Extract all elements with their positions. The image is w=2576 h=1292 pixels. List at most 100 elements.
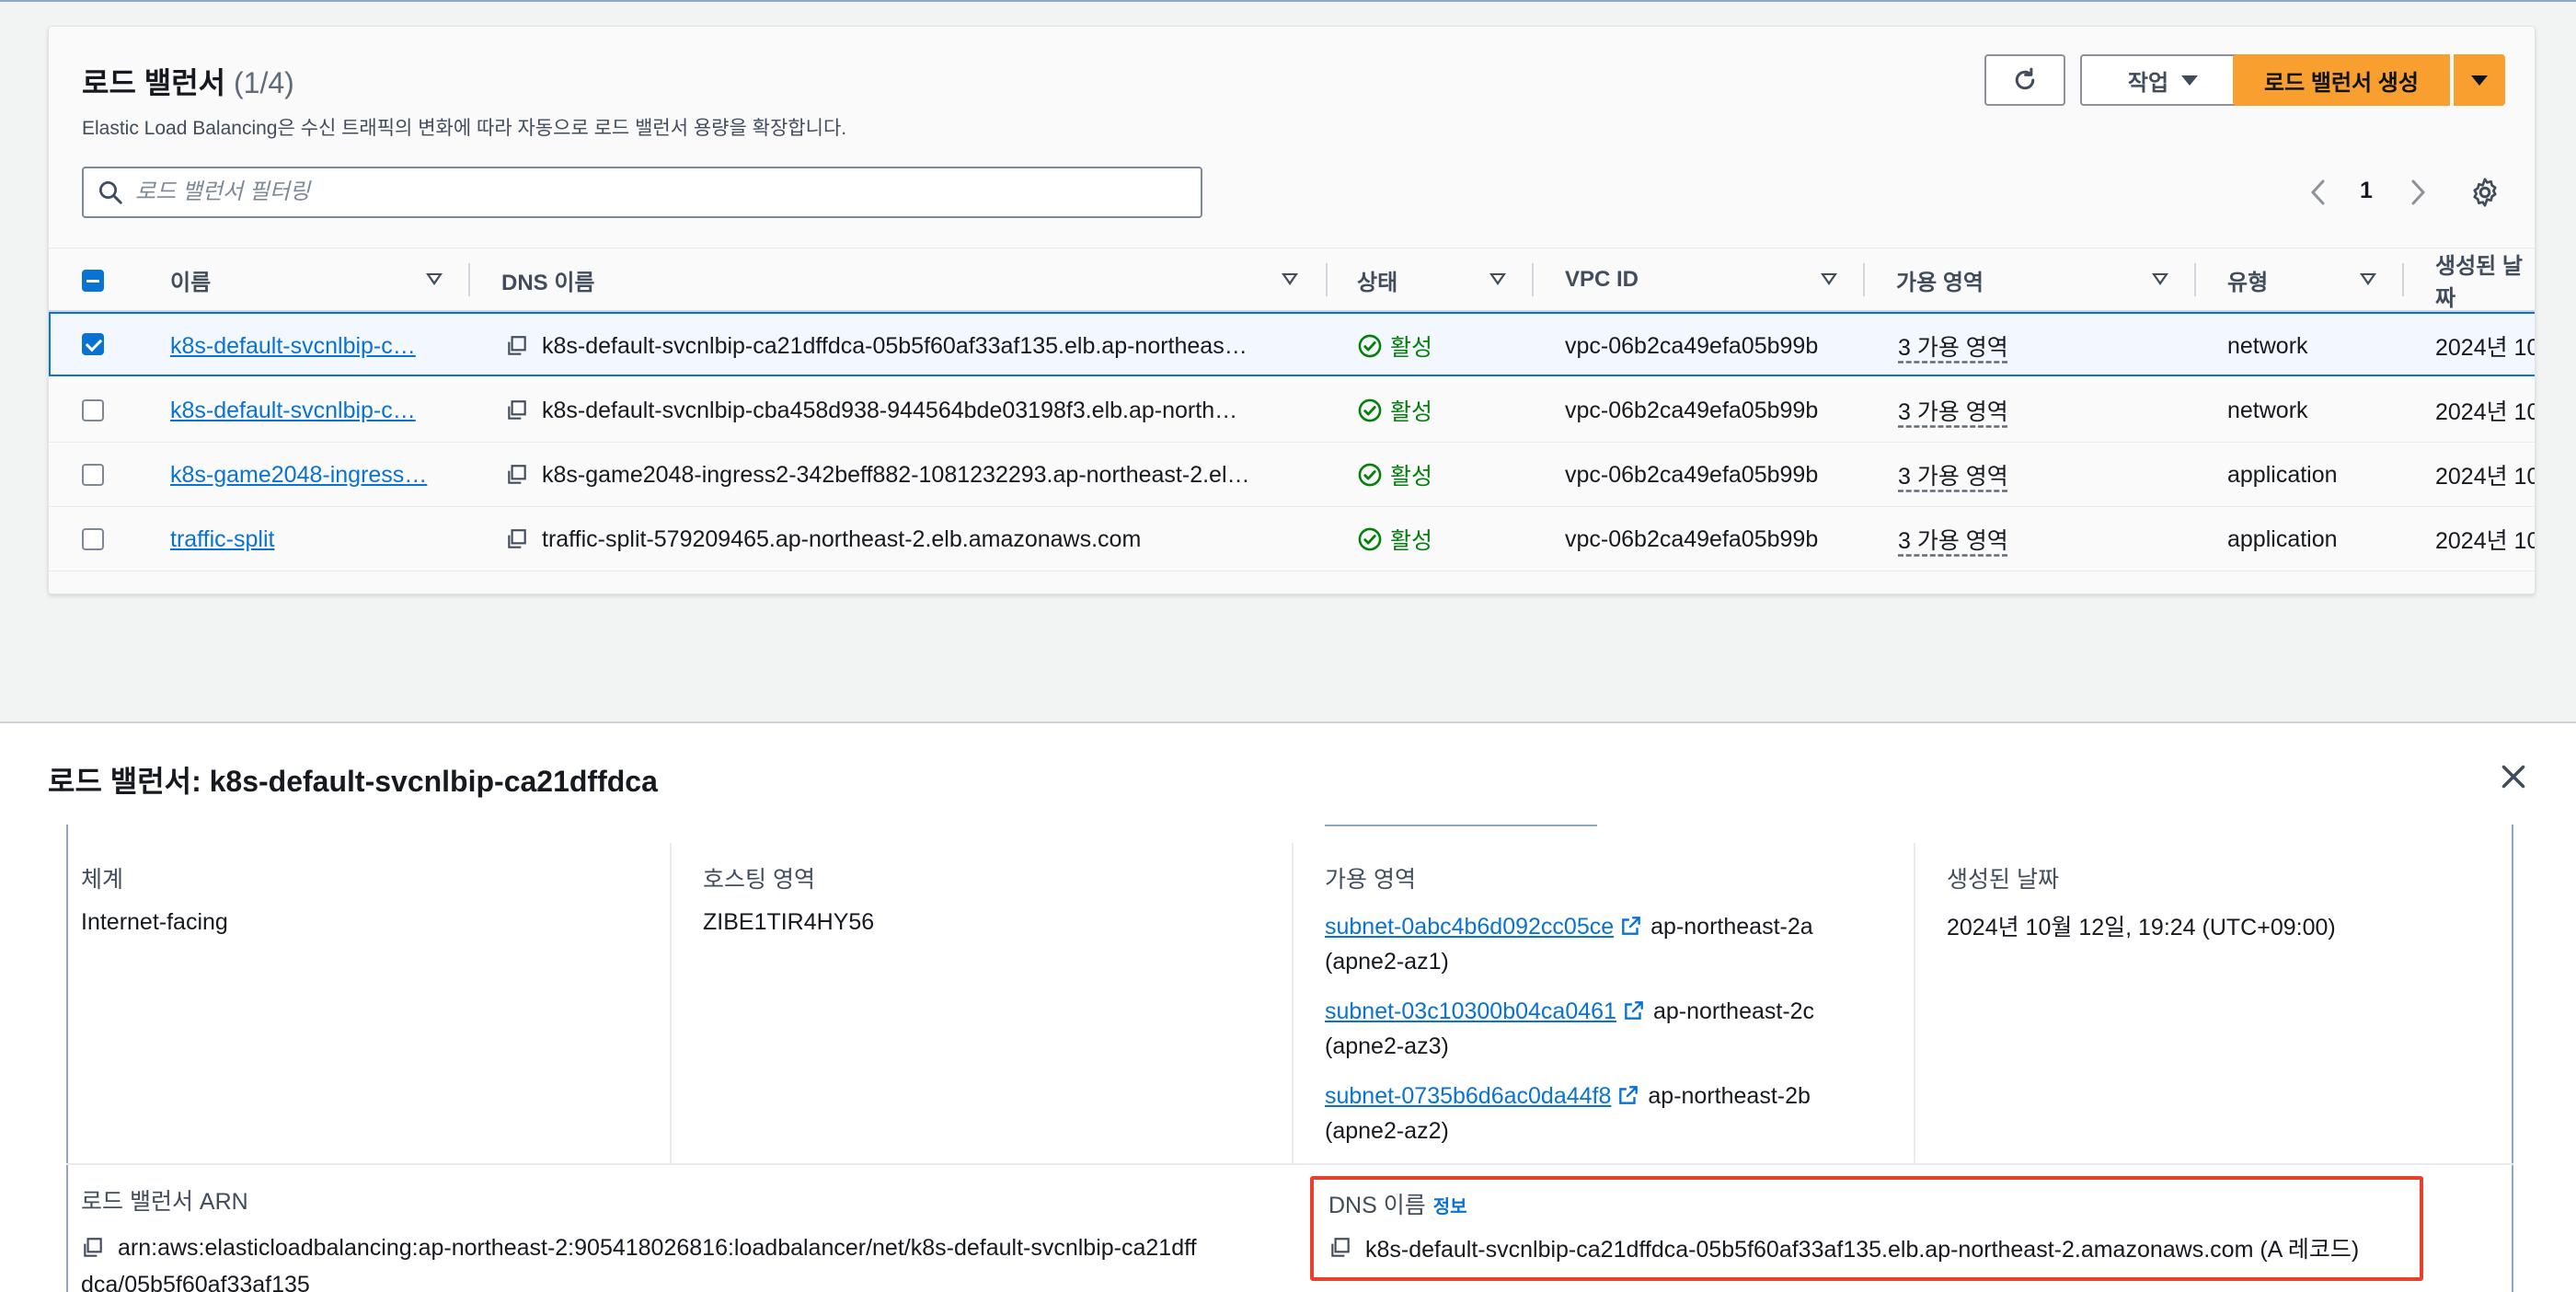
sort-icon[interactable] [1282, 273, 1298, 285]
copy-icon[interactable] [1328, 1236, 1352, 1260]
availability-zone-field: 가용 영역 subnet-0abc4b6d092cc05ce ap-northea… [1325, 861, 1914, 1148]
dns-value: k8s-default-svcnlbip-ca21dffdca-05b5f60a… [1328, 1231, 2359, 1264]
arn-value: arn:aws:elasticloadbalancing:ap-northeas… [81, 1235, 1197, 1292]
copy-icon[interactable] [505, 463, 529, 487]
search-icon [99, 181, 122, 204]
scheme-value: Internet-facing [81, 909, 228, 935]
column-header-status[interactable]: 상태 [1357, 248, 1397, 311]
availability-zones[interactable]: 3 가용 영역 [1898, 507, 2008, 571]
hosted-zone-field: 호스팅 영역 ZIBE1TIR4HY56 [703, 861, 874, 936]
row-checkbox[interactable] [82, 528, 104, 550]
subnet-entry: subnet-03c10300b04ca0461 ap-northeast-2c … [1325, 998, 1815, 1059]
column-divider [1863, 263, 1865, 296]
row-checkbox[interactable] [82, 464, 104, 486]
arn-label: 로드 밸런서 ARN [81, 1189, 248, 1215]
hosted-zone-value: ZIBE1TIR4HY56 [703, 909, 875, 935]
next-page-icon[interactable] [2404, 174, 2432, 211]
current-page[interactable]: 1 [2360, 178, 2373, 204]
row-checkbox[interactable] [82, 333, 104, 355]
dns-label: DNS 이름 [1328, 1193, 1426, 1218]
section-divider [66, 1163, 2513, 1165]
load-balancer-name-link[interactable]: k8s-default-svcnlbip-c… [170, 314, 474, 378]
dns-cell: k8s-default-svcnlbip-ca21dffdca-05b5f60a… [505, 314, 1342, 378]
external-link-icon[interactable] [1616, 1083, 1640, 1107]
dns-name-field: DNS 이름 정보 k8s-default-svcnlbip-ca21dffdca… [1328, 1187, 2359, 1264]
create-load-balancer-button[interactable]: 로드 밸런서 생성 [2233, 54, 2450, 106]
load-balancer-name-link[interactable]: k8s-game2048-ingress… [170, 443, 474, 507]
info-link[interactable]: 정보 [1433, 1197, 1467, 1217]
dns-cell: traffic-split-579209465.ap-northeast-2.e… [505, 507, 1342, 571]
availability-zones[interactable]: 3 가용 영역 [1898, 378, 2008, 443]
column-header-created[interactable]: 생성된 날짜 [2435, 248, 2535, 311]
sort-icon[interactable] [2152, 273, 2168, 285]
subnet-link[interactable]: subnet-0abc4b6d092cc05ce [1325, 914, 1614, 940]
availability-zones[interactable]: 3 가용 영역 [1898, 443, 2008, 507]
column-divider [670, 843, 672, 1165]
copy-icon[interactable] [505, 398, 529, 422]
selection-count: (1/4) [233, 66, 294, 99]
external-link-icon[interactable] [1622, 998, 1646, 1022]
table-row[interactable]: k8s-game2048-ingress… k8s-game2048-ingre… [49, 443, 2535, 507]
hosted-zone-label: 호스팅 영역 [703, 867, 815, 893]
sort-icon[interactable] [2360, 273, 2376, 285]
created-date: 2024년 10 [2435, 528, 2536, 554]
vpc-id: vpc-06b2ca49efa05b99b [1565, 397, 1819, 423]
column-header-name[interactable]: 이름 [170, 248, 211, 311]
filter-input[interactable] [135, 174, 1147, 211]
page-title: 로드 밸런서 (1/4) [82, 60, 294, 102]
dns-cell: k8s-default-svcnlbip-cba458d938-944564bd… [505, 378, 1342, 443]
caret-down-icon [2181, 75, 2199, 86]
column-header-az[interactable]: 가용 영역 [1896, 248, 1984, 311]
status-badge: 활성 [1357, 378, 1432, 443]
sort-icon[interactable] [426, 273, 443, 285]
copy-icon[interactable] [81, 1236, 105, 1260]
load-balancer-name-link[interactable]: k8s-default-svcnlbip-c… [170, 378, 474, 443]
status-badge: 활성 [1357, 443, 1432, 507]
top-border [0, 0, 2576, 2]
load-balancer-detail-panel: 로드 밸런서: k8s-default-svcnlbip-ca21dffdca … [0, 723, 2576, 1292]
column-divider [1292, 843, 1294, 1165]
caret-down-icon [2471, 75, 2488, 86]
status-badge: 활성 [1357, 507, 1432, 571]
table-row[interactable]: traffic-split traffic-split-579209465.ap… [49, 507, 2536, 571]
column-divider [468, 263, 470, 296]
vpc-id: vpc-06b2ca49efa05b99b [1565, 461, 1819, 488]
external-link-icon[interactable] [1619, 914, 1643, 938]
load-balancer-list-panel: 로드 밸런서 (1/4) Elastic Load Balancing은 수신 … [48, 26, 2536, 594]
table-row[interactable]: k8s-default-svcnlbip-c… k8s-default-svcn… [49, 312, 2535, 378]
sort-icon[interactable] [1821, 273, 1837, 285]
check-circle-icon [1358, 398, 1382, 422]
close-icon[interactable] [2497, 760, 2530, 793]
filter-search-box[interactable] [82, 167, 1202, 218]
column-divider [1326, 263, 1328, 296]
az-label: 가용 영역 [1325, 867, 1416, 893]
copy-icon[interactable] [505, 334, 529, 358]
load-balancer-name-link[interactable]: traffic-split [170, 507, 474, 571]
column-header-type[interactable]: 유형 [2227, 248, 2268, 311]
subnet-link[interactable]: subnet-03c10300b04ca0461 [1325, 998, 1616, 1024]
table-row[interactable]: k8s-default-svcnlbip-c… k8s-default-svcn… [49, 378, 2535, 443]
column-header-vpc[interactable]: VPC ID [1565, 248, 1639, 311]
subnet-link[interactable]: subnet-0735b6d6ac0da44f8 [1325, 1083, 1611, 1109]
actions-dropdown-button[interactable]: 작업 [2080, 54, 2246, 106]
vpc-id: vpc-06b2ca49efa05b99b [1565, 525, 1819, 552]
check-circle-icon [1358, 334, 1382, 358]
column-divider [2194, 263, 2196, 296]
copy-icon[interactable] [505, 527, 529, 551]
created-value: 2024년 10월 12일, 19:24 (UTC+09:00) [1947, 915, 2336, 940]
availability-zones[interactable]: 3 가용 영역 [1898, 314, 2008, 378]
previous-page-icon[interactable] [2305, 174, 2332, 211]
column-divider [1914, 843, 1915, 1165]
column-divider [2402, 263, 2404, 296]
column-header-dns[interactable]: DNS 이름 [501, 248, 595, 311]
gear-icon[interactable] [2468, 176, 2501, 209]
row-checkbox[interactable] [82, 399, 104, 421]
scheme-label: 체계 [81, 867, 124, 893]
status-badge: 활성 [1357, 314, 1432, 378]
select-all-checkbox[interactable] [82, 270, 104, 292]
actions-label: 작업 [2127, 70, 2169, 96]
refresh-button[interactable] [1984, 54, 2065, 106]
create-label: 로드 밸런서 생성 [2264, 70, 2419, 96]
create-options-dropdown[interactable] [2454, 54, 2505, 106]
sort-icon[interactable] [1489, 273, 1506, 285]
